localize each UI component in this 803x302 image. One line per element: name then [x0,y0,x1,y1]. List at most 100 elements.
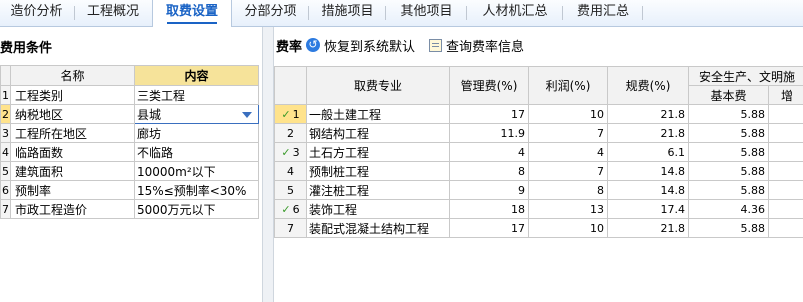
fee-conditions-panel: 费用条件 名称 内容 1 工程类别 三类工程 2 纳税地区 县城 3 工程所在地… [0,27,262,302]
management-fee-rate[interactable]: 17 [449,104,529,124]
safety-base-fee-rate[interactable]: 5.88 [688,218,769,238]
safety-additional-fee-rate[interactable] [767,142,803,162]
fee-rates-title: 费率 [276,39,303,55]
management-fee-rate[interactable]: 4 [449,142,529,162]
fee-rate-row[interactable]: 5 灌注桩工程 9 8 14.8 5.88 [274,180,803,200]
column-header-additional-fee: 增 [767,85,803,105]
management-fee-rate[interactable]: 9 [449,180,529,200]
column-header-major: 取费专业 [306,66,450,105]
fee-rates-toolbar: 费率 ↺ 恢复到系统默认 查询费率信息 [276,36,538,55]
safety-base-fee-rate[interactable]: 5.88 [688,161,769,181]
condition-value: 县城 [137,107,162,122]
tab-sub-items[interactable]: 分部分项 [233,0,308,26]
column-header-base-fee: 基本费 [688,85,769,105]
regulatory-fee-rate[interactable]: 21.8 [607,218,689,238]
profit-rate[interactable]: 10 [528,104,608,124]
condition-row[interactable]: 4 临路面数 不临路 [0,142,259,162]
row-number-header [0,65,11,86]
fee-rate-row[interactable]: 7 装配式混凝土结构工程 17 10 21.8 5.88 [274,218,803,238]
panel-splitter[interactable] [262,27,274,302]
row-number-cell: ✓ 3 [274,142,307,162]
fee-rate-row[interactable]: ✓ 1 一般土建工程 17 10 21.8 5.88 [274,104,803,124]
tab-project-overview[interactable]: 工程概况 [76,0,150,26]
column-header-safety: 安全生产、文明施 [687,66,803,86]
row-number-cell: ✓ 6 [274,199,307,219]
condition-row[interactable]: 2 纳税地区 县城 [0,104,259,124]
condition-value-select[interactable]: 县城 [134,104,259,124]
condition-value[interactable]: 15%≤预制率<30% [134,180,259,200]
column-header-management-fee: 管理费(%) [449,66,529,105]
regulatory-fee-rate[interactable]: 21.8 [607,104,689,124]
checkmark-icon: ✓ [281,107,291,121]
tab-cost-summary[interactable]: 费用汇总 [564,0,642,26]
management-fee-rate[interactable]: 17 [449,218,529,238]
condition-value[interactable]: 廊坊 [134,123,259,143]
tab-fee-settings[interactable]: 取费设置 [152,0,232,27]
tab-measures[interactable]: 措施项目 [310,0,385,26]
column-header-profit: 利润(%) [528,66,608,105]
fee-conditions-table: 名称 内容 1 工程类别 三类工程 2 纳税地区 县城 3 工程所在地区 廊坊 … [0,65,259,219]
row-number: 1 [292,107,300,121]
safety-additional-fee-rate[interactable] [767,199,803,219]
condition-name: 工程所在地区 [10,123,135,143]
tab-separator [562,6,563,20]
profit-rate[interactable]: 13 [528,199,608,219]
condition-row[interactable]: 3 工程所在地区 廊坊 [0,123,259,143]
tab-bar: 造价分析 工程概况 取费设置 分部分项 措施项目 其他项目 人材机汇总 费用汇总 [0,0,803,27]
profit-rate[interactable]: 8 [528,180,608,200]
safety-additional-fee-rate[interactable] [767,161,803,181]
row-number: 5 [274,180,307,200]
profit-rate[interactable]: 7 [528,123,608,143]
regulatory-fee-rate[interactable]: 14.8 [607,161,689,181]
fee-major-name: 预制桩工程 [306,161,450,181]
profit-rate[interactable]: 10 [528,218,608,238]
safety-base-fee-rate[interactable]: 5.88 [688,104,769,124]
management-fee-rate[interactable]: 18 [449,199,529,219]
fee-major-name: 装饰工程 [306,199,450,219]
row-number: 1 [0,85,11,105]
query-rate-info-button[interactable]: 查询费率信息 [429,36,524,55]
profit-rate[interactable]: 4 [528,142,608,162]
chevron-down-icon[interactable] [242,111,252,118]
condition-value[interactable]: 三类工程 [134,85,259,105]
fee-rate-row[interactable]: 2 钢结构工程 11.9 7 21.8 5.88 [274,123,803,143]
fee-major-name: 一般土建工程 [306,104,450,124]
row-number: 4 [274,161,307,181]
restore-default-button[interactable]: ↺ 恢复到系统默认 [306,36,415,55]
tab-labor-material-summary[interactable]: 人材机汇总 [468,0,562,26]
condition-value[interactable]: 不临路 [134,142,259,162]
tab-cost-analysis[interactable]: 造价分析 [0,0,73,26]
condition-value[interactable]: 5000万元以下 [134,199,259,219]
row-number: 2 [274,123,307,143]
safety-additional-fee-rate[interactable] [767,123,803,143]
safety-base-fee-rate[interactable]: 5.88 [688,142,769,162]
fee-rate-row[interactable]: ✓ 6 装饰工程 18 13 17.4 4.36 [274,199,803,219]
checkmark-icon: ✓ [281,202,291,216]
management-fee-rate[interactable]: 8 [449,161,529,181]
regulatory-fee-rate[interactable]: 17.4 [607,199,689,219]
condition-row[interactable]: 1 工程类别 三类工程 [0,85,259,105]
profit-rate[interactable]: 7 [528,161,608,181]
safety-additional-fee-rate[interactable] [767,180,803,200]
condition-row[interactable]: 7 市政工程造价 5000万元以下 [0,199,259,219]
safety-additional-fee-rate[interactable] [767,104,803,124]
condition-name: 纳税地区 [10,104,135,124]
fee-rates-table: 取费专业 管理费(%) 利润(%) 规费(%) 安全生产、文明施 基本费 增 ✓… [274,66,803,238]
fee-rate-row[interactable]: ✓ 3 土石方工程 4 4 6.1 5.88 [274,142,803,162]
regulatory-fee-rate[interactable]: 14.8 [607,180,689,200]
management-fee-rate[interactable]: 11.9 [449,123,529,143]
safety-base-fee-rate[interactable]: 5.88 [688,123,769,143]
tab-separator [74,6,75,20]
condition-name: 工程类别 [10,85,135,105]
fee-rate-row[interactable]: 4 预制桩工程 8 7 14.8 5.88 [274,161,803,181]
query-rate-info-label: 查询费率信息 [446,39,525,55]
safety-base-fee-rate[interactable]: 5.88 [688,180,769,200]
safety-base-fee-rate[interactable]: 4.36 [688,199,769,219]
condition-row[interactable]: 5 建筑面积 10000m²以下 [0,161,259,181]
condition-value[interactable]: 10000m²以下 [134,161,259,181]
safety-additional-fee-rate[interactable] [767,218,803,238]
condition-row[interactable]: 6 预制率 15%≤预制率<30% [0,180,259,200]
regulatory-fee-rate[interactable]: 21.8 [607,123,689,143]
tab-other-items[interactable]: 其他项目 [387,0,466,26]
regulatory-fee-rate[interactable]: 6.1 [607,142,689,162]
